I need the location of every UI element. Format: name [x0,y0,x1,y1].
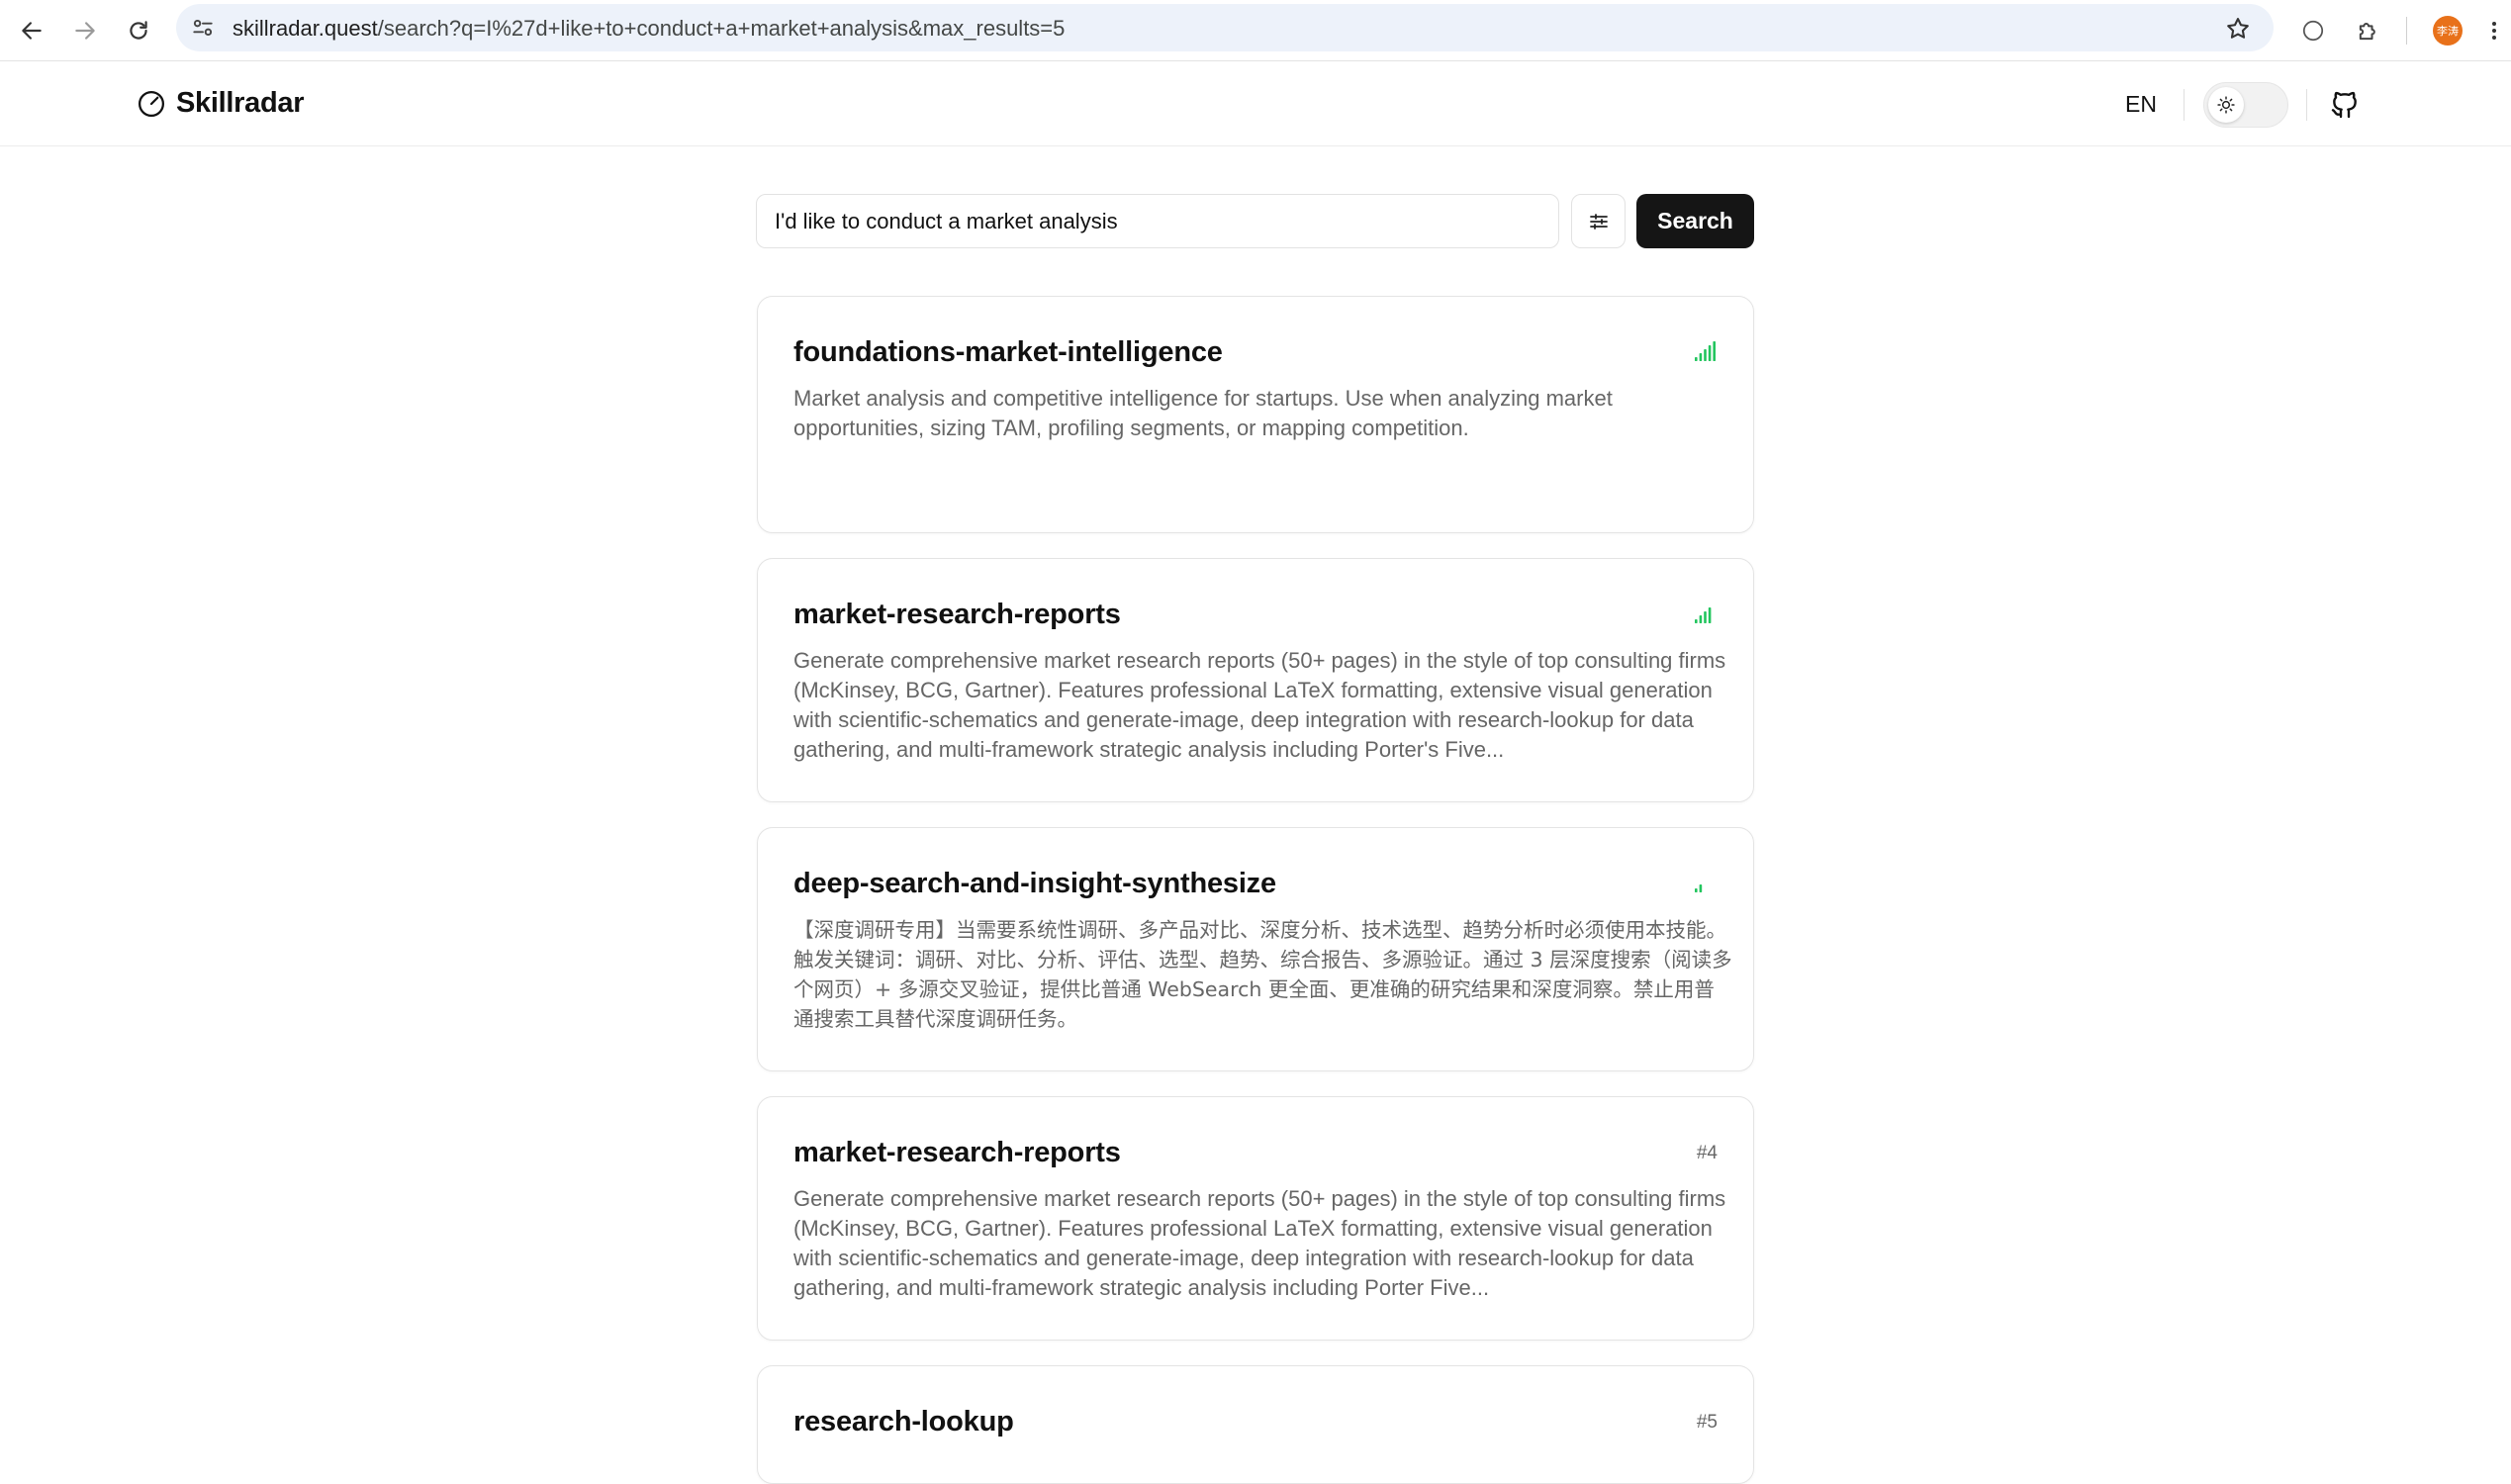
avatar: 李涛 [2433,16,2463,46]
result-description: Market analysis and competitive intellig… [793,386,1613,440]
result-title[interactable]: foundations-market-intelligence [793,336,1223,369]
profile-circle-button[interactable] [2295,12,2331,49]
result-card[interactable]: foundations-market-intelligence Market a… [757,296,1754,533]
site-info-icon[interactable] [190,15,216,41]
bookmark-star-icon[interactable] [2224,15,2252,43]
theme-toggle[interactable] [2203,82,2288,128]
signal-bar [1713,873,1716,892]
result-card[interactable]: research-lookup #5 [757,1365,1754,1484]
circle-icon [2302,20,2324,42]
result-rank: #4 [1696,1143,1718,1163]
signal-bar [1699,353,1703,361]
signal-bar [1695,888,1698,892]
extensions-button[interactable] [2349,12,2388,49]
url-text: skillradar.quest/search?q=I%27d+like+to+… [232,16,1065,42]
result-description: Generate comprehensive market research r… [793,648,1726,762]
address-bar[interactable]: skillradar.quest/search?q=I%27d+like+to+… [176,4,2274,51]
search-button[interactable]: Search [1636,194,1754,248]
result-rank: #5 [1696,1412,1718,1433]
result-title[interactable]: market-research-reports [793,1137,1121,1169]
signal-bar [1709,877,1712,892]
arrow-right-icon [75,22,95,40]
sliders-icon [1589,213,1608,230]
reload-button[interactable] [120,12,157,49]
arrow-left-icon [22,22,42,40]
signal-bar [1708,607,1712,623]
header-divider [2306,89,2307,121]
result-title[interactable]: deep-search-and-insight-synthesize [793,868,1276,900]
signal-bar [1713,341,1716,361]
url-path: /search?q=I%27d+like+to+conduct+a+market… [377,16,1066,41]
signal-strength-icon [1695,341,1716,361]
result-description: Generate comprehensive market research r… [793,1186,1726,1300]
result-title[interactable]: research-lookup [793,1406,1014,1438]
result-card[interactable]: market-research-reports Generate compreh… [757,558,1754,802]
result-card[interactable]: market-research-reports #4 Generate comp… [757,1096,1754,1341]
search-input[interactable] [756,194,1559,248]
signal-bar [1695,357,1698,361]
signal-strength-icon [1695,603,1716,623]
browser-menu-button[interactable] [2483,12,2505,49]
signal-strength-icon [1695,873,1716,892]
radar-icon [139,90,164,117]
forward-button[interactable] [66,12,104,49]
signal-bar [1704,349,1707,361]
reload-icon [130,21,147,40]
sun-icon [2217,96,2235,114]
browser-toolbar: skillradar.quest/search?q=I%27d+like+to+… [0,0,2511,61]
signal-bar [1704,611,1707,623]
back-button[interactable] [13,12,50,49]
signal-bar [1704,881,1707,892]
github-icon[interactable] [2329,89,2361,121]
site-header: Skillradar EN [0,61,2511,146]
logo-text: Skillradar [176,87,305,119]
result-title[interactable]: market-research-reports [793,599,1121,631]
result-card[interactable]: deep-search-and-insight-synthesize 【深度调研… [757,827,1754,1071]
signal-bar [1708,345,1712,361]
toolbar-divider [2406,17,2407,45]
result-description: 【深度调研专用】当需要系统性调研、多产品对比、深度分析、技术选型、趋势分析时必须… [793,918,1732,1031]
signal-bar [1699,884,1703,892]
signal-bar [1699,615,1703,623]
url-host: skillradar.quest [232,16,378,41]
language-switcher[interactable]: EN [2125,91,2157,118]
theme-knob [2208,87,2244,123]
header-divider [2184,89,2185,121]
more-vertical-icon [2492,22,2496,40]
puzzle-icon [2359,23,2375,41]
logo-link[interactable]: Skillradar [137,87,304,120]
filter-button[interactable] [1571,194,1626,248]
profile-avatar-button[interactable]: 李涛 [2430,12,2465,49]
signal-bar [1695,619,1698,623]
signal-bar [1713,603,1716,623]
